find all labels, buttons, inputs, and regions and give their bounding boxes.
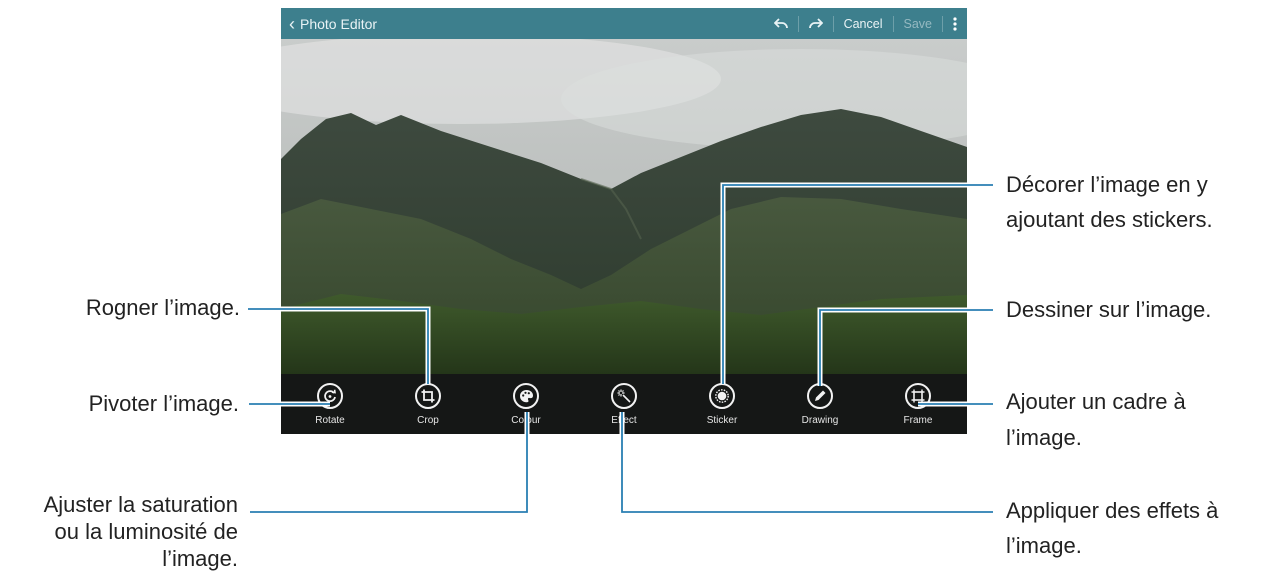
sticker-callout-line bbox=[722, 184, 993, 384]
frame-caption-line-1: Ajouter un cadre à bbox=[1006, 389, 1186, 414]
colour-caption-line-1: Ajuster la saturation bbox=[43, 492, 238, 517]
drawing-caption: Dessiner sur l’image. bbox=[1006, 297, 1212, 322]
colour-caption-line-2: ou la luminosité de bbox=[54, 519, 238, 544]
colour-callout-line bbox=[250, 412, 528, 513]
effect-caption-line-2: l’image. bbox=[1006, 533, 1082, 558]
crop-caption: Rogner l’image. bbox=[85, 295, 240, 320]
rotate-caption: Pivoter l’image. bbox=[88, 391, 239, 416]
drawing-callout-line bbox=[819, 309, 993, 386]
colour-caption-line-3: l’image. bbox=[162, 546, 238, 571]
sticker-caption-line-2: ajoutant des stickers. bbox=[1006, 207, 1213, 232]
sticker-caption-line-1: Décorer l’image en y bbox=[1006, 172, 1208, 197]
effect-callout-line bbox=[621, 412, 993, 513]
effect-caption-line-1: Appliquer des effets à bbox=[1006, 498, 1219, 523]
frame-caption-line-2: l’image. bbox=[1006, 425, 1082, 450]
crop-callout-line bbox=[248, 308, 429, 384]
